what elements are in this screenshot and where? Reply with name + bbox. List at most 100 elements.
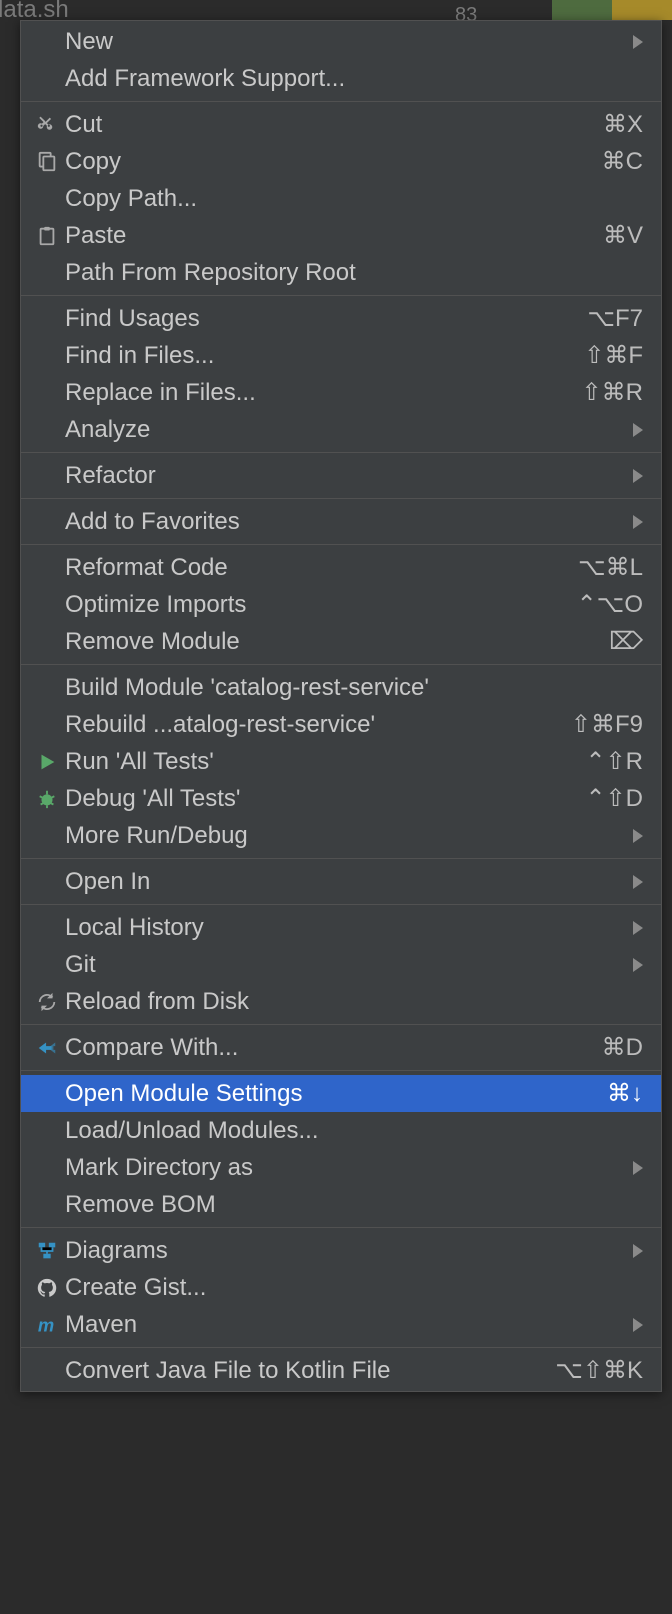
menu-item-copy[interactable]: Copy⌘C	[21, 143, 661, 180]
menu-item-label: Cut	[65, 111, 587, 139]
menu-item-shortcut: ⌃⌥O	[577, 590, 643, 619]
menu-item-label: Find Usages	[65, 305, 571, 333]
menu-item-label: Path From Repository Root	[65, 259, 643, 287]
menu-item-label: Copy Path...	[65, 185, 643, 213]
submenu-arrow-icon	[633, 28, 643, 56]
menu-item-label: Refactor	[65, 462, 621, 490]
reload-icon	[29, 991, 65, 1013]
menu-separator	[21, 1070, 661, 1071]
menu-item-find-in-files[interactable]: Find in Files...⇧⌘F	[21, 337, 661, 374]
menu-item-label: Diagrams	[65, 1237, 621, 1265]
diagram-icon	[29, 1240, 65, 1262]
menu-item-load-unload[interactable]: Load/Unload Modules...	[21, 1112, 661, 1149]
debug-icon	[29, 788, 65, 810]
menu-item-refactor[interactable]: Refactor	[21, 457, 661, 494]
menu-item-label: New	[65, 28, 621, 56]
menu-item-shortcut: ⌃⇧D	[585, 784, 643, 813]
menu-item-open-module-settings[interactable]: Open Module Settings ⌘↓	[21, 1075, 661, 1112]
menu-item-shortcut: ⌘↓	[607, 1079, 643, 1108]
submenu-arrow-icon	[633, 868, 643, 896]
menu-separator	[21, 904, 661, 905]
menu-separator	[21, 1227, 661, 1228]
gutter-green-marker	[552, 0, 612, 20]
menu-separator	[21, 101, 661, 102]
menu-item-open-in[interactable]: Open In	[21, 863, 661, 900]
menu-item-find-usages[interactable]: Find Usages⌥F7	[21, 300, 661, 337]
menu-item-path-repo-root[interactable]: Path From Repository Root	[21, 254, 661, 291]
menu-item-copy-path[interactable]: Copy Path...	[21, 180, 661, 217]
menu-item-remove-module[interactable]: Remove Module ⌦	[21, 623, 661, 660]
cut-icon	[29, 114, 65, 136]
menu-separator	[21, 1024, 661, 1025]
menu-item-label: More Run/Debug	[65, 822, 621, 850]
menu-item-label: Local History	[65, 914, 621, 942]
menu-item-replace-in-files[interactable]: Replace in Files... ⇧⌘R	[21, 374, 661, 411]
menu-separator	[21, 498, 661, 499]
menu-item-debug-all[interactable]: Debug 'All Tests' ⌃⇧D	[21, 780, 661, 817]
menu-item-diagrams[interactable]: Diagrams	[21, 1232, 661, 1269]
paste-icon	[29, 225, 65, 247]
submenu-arrow-icon	[633, 1311, 643, 1339]
menu-item-compare-with[interactable]: Compare With... ⌘D	[21, 1029, 661, 1066]
menu-item-label: Maven	[65, 1311, 621, 1339]
menu-separator	[21, 544, 661, 545]
menu-item-shortcut: ⇧⌘R	[582, 378, 643, 407]
menu-item-shortcut: ⌘D	[602, 1033, 643, 1062]
menu-item-label: Git	[65, 951, 621, 979]
menu-item-shortcut: ⌥⇧⌘K	[555, 1356, 643, 1385]
menu-item-label: Add Framework Support...	[65, 65, 643, 93]
menu-item-label: Replace in Files...	[65, 379, 566, 407]
menu-item-label: Compare With...	[65, 1034, 586, 1062]
menu-item-label: Optimize Imports	[65, 591, 561, 619]
menu-item-label: Open In	[65, 868, 621, 896]
menu-item-analyze[interactable]: Analyze	[21, 411, 661, 448]
menu-item-shortcut: ⌘X	[603, 110, 643, 139]
menu-separator	[21, 858, 661, 859]
menu-item-add-favorites[interactable]: Add to Favorites	[21, 503, 661, 540]
menu-item-run-all[interactable]: Run 'All Tests'⌃⇧R	[21, 743, 661, 780]
menu-item-reformat[interactable]: Reformat Code⌥⌘L	[21, 549, 661, 586]
menu-item-add-framework[interactable]: Add Framework Support...	[21, 60, 661, 97]
menu-item-label: Load/Unload Modules...	[65, 1117, 643, 1145]
menu-item-shortcut: ⌘V	[603, 221, 643, 250]
gutter-markers	[552, 0, 672, 20]
menu-item-maven[interactable]: Maven	[21, 1306, 661, 1343]
menu-item-shortcut: ⌘C	[602, 147, 643, 176]
run-icon	[29, 751, 65, 773]
menu-item-rebuild[interactable]: Rebuild ...atalog-rest-service' ⇧⌘F9	[21, 706, 661, 743]
menu-item-remove-bom[interactable]: Remove BOM	[21, 1186, 661, 1223]
menu-separator	[21, 664, 661, 665]
menu-item-convert-kotlin[interactable]: Convert Java File to Kotlin File ⌥⇧⌘K	[21, 1352, 661, 1389]
menu-item-label: Mark Directory as	[65, 1154, 621, 1182]
menu-item-new[interactable]: New	[21, 23, 661, 60]
menu-item-label: Convert Java File to Kotlin File	[65, 1357, 539, 1385]
menu-item-local-history[interactable]: Local History	[21, 909, 661, 946]
menu-item-paste[interactable]: Paste ⌘V	[21, 217, 661, 254]
menu-item-build-module[interactable]: Build Module 'catalog-rest-service'	[21, 669, 661, 706]
menu-item-shortcut: ⇧⌘F9	[571, 710, 643, 739]
menu-item-label: Open Module Settings	[65, 1080, 591, 1108]
menu-separator	[21, 452, 661, 453]
menu-item-label: Create Gist...	[65, 1274, 643, 1302]
menu-item-label: Rebuild ...atalog-rest-service'	[65, 711, 555, 739]
menu-item-optimize-imports[interactable]: Optimize Imports ⌃⌥O	[21, 586, 661, 623]
menu-item-reload-disk[interactable]: Reload from Disk	[21, 983, 661, 1020]
compare-icon	[29, 1037, 65, 1059]
menu-item-label: Analyze	[65, 416, 621, 444]
menu-separator	[21, 1347, 661, 1348]
menu-item-cut[interactable]: Cut ⌘X	[21, 106, 661, 143]
submenu-arrow-icon	[633, 1237, 643, 1265]
menu-item-shortcut: ⌥⌘L	[578, 553, 643, 582]
menu-item-label: Reload from Disk	[65, 988, 643, 1016]
menu-item-label: Paste	[65, 222, 587, 250]
menu-item-more-run[interactable]: More Run/Debug	[21, 817, 661, 854]
menu-item-label: Build Module 'catalog-rest-service'	[65, 674, 643, 702]
menu-item-git[interactable]: Git	[21, 946, 661, 983]
menu-item-create-gist[interactable]: Create Gist...	[21, 1269, 661, 1306]
menu-item-label: Debug 'All Tests'	[65, 785, 569, 813]
menu-item-mark-directory[interactable]: Mark Directory as	[21, 1149, 661, 1186]
menu-item-shortcut: ⌦	[609, 627, 643, 656]
menu-item-label: Remove Module	[65, 628, 593, 656]
submenu-arrow-icon	[633, 914, 643, 942]
submenu-arrow-icon	[633, 951, 643, 979]
